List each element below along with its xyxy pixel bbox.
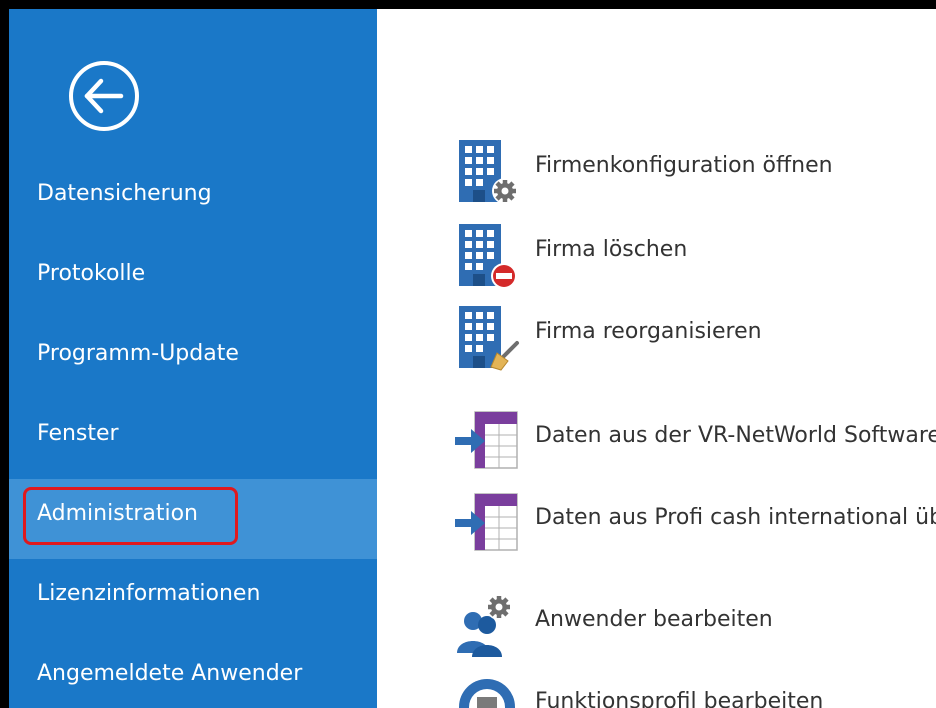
building-gear-icon bbox=[459, 140, 518, 204]
action-label: Daten aus Profi cash international üb bbox=[535, 505, 936, 530]
action-funktionsprofil-bearbeiten[interactable]: Funktionsprofil bearbeiten bbox=[453, 673, 936, 708]
action-label: Daten aus der VR-NetWorld Software bbox=[535, 423, 936, 448]
sidebar: Datensicherung Protokolle Programm-Updat… bbox=[9, 9, 377, 708]
sidebar-item-lizenzinformationen[interactable]: Lizenzinformationen bbox=[9, 559, 377, 639]
action-firmenkonfiguration-oeffnen[interactable]: Firmenkonfiguration öffnen bbox=[453, 137, 936, 207]
sidebar-item-administration[interactable]: Administration bbox=[9, 479, 377, 559]
sidebar-item-fenster[interactable]: Fenster bbox=[9, 399, 377, 479]
sidebar-item-label: Datensicherung bbox=[37, 181, 212, 206]
back-arrow-circle-icon bbox=[69, 61, 139, 131]
sidebar-item-label: Angemeldete Anwender bbox=[37, 661, 303, 686]
sidebar-item-label: Protokolle bbox=[37, 261, 146, 286]
import-table-icon bbox=[455, 411, 518, 469]
action-anwender-bearbeiten[interactable]: Anwender bearbeiten bbox=[453, 591, 936, 661]
sidebar-item-label: Administration bbox=[37, 501, 198, 526]
sidebar-item-label: Lizenzinformationen bbox=[37, 581, 261, 606]
sidebar-item-protokolle[interactable]: Protokolle bbox=[9, 239, 377, 319]
action-label: Firmenkonfiguration öffnen bbox=[535, 153, 833, 178]
action-import-profi-cash[interactable]: Daten aus Profi cash international üb bbox=[453, 489, 936, 559]
action-label: Anwender bearbeiten bbox=[535, 607, 773, 632]
action-label: Firma reorganisieren bbox=[535, 319, 762, 344]
sidebar-item-label: Fenster bbox=[37, 421, 119, 446]
action-label: Firma löschen bbox=[535, 237, 688, 262]
users-gear-icon bbox=[457, 594, 512, 657]
sidebar-item-datensicherung[interactable]: Datensicherung bbox=[9, 159, 377, 239]
sidebar-item-angemeldete-anwender[interactable]: Angemeldete Anwender bbox=[9, 639, 377, 708]
building-delete-icon bbox=[459, 224, 517, 289]
backstage-window: Datensicherung Protokolle Programm-Updat… bbox=[9, 9, 936, 708]
sidebar-item-label: Programm-Update bbox=[37, 341, 239, 366]
sidebar-item-programm-update[interactable]: Programm-Update bbox=[9, 319, 377, 399]
main-content: Firmenkonfiguration öffnen Firma löschen bbox=[377, 9, 936, 708]
action-firma-loeschen[interactable]: Firma löschen bbox=[453, 221, 936, 291]
import-table-icon bbox=[455, 493, 518, 551]
building-brush-icon bbox=[459, 306, 519, 371]
action-label: Funktionsprofil bearbeiten bbox=[535, 689, 824, 708]
profile-gear-icon bbox=[459, 679, 515, 708]
action-import-vr-networld[interactable]: Daten aus der VR-NetWorld Software bbox=[453, 407, 936, 477]
back-button[interactable] bbox=[67, 59, 141, 133]
action-firma-reorganisieren[interactable]: Firma reorganisieren bbox=[453, 303, 936, 373]
